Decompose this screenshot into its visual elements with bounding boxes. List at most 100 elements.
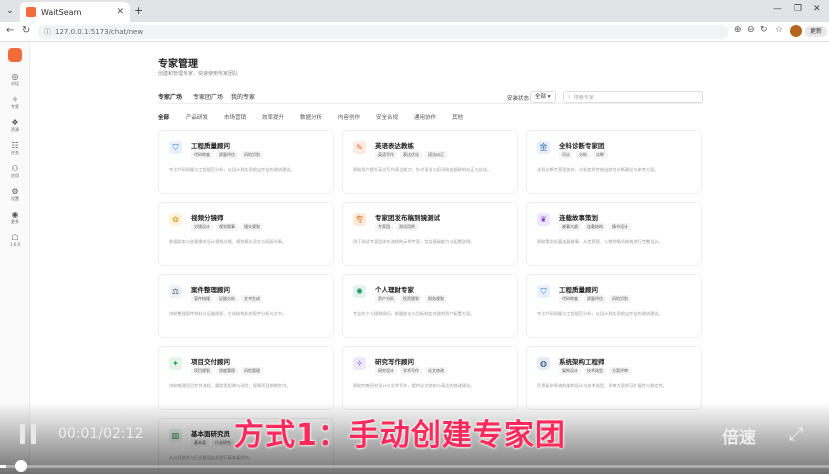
sidebar-item-resources[interactable]: ❖ 资源 (0, 118, 30, 133)
pause-icon[interactable] (20, 424, 38, 444)
sidebar-item-label: 对话 (11, 81, 19, 86)
expert-name: 专家团发布稿到镜测试 (375, 214, 440, 222)
sidebar-item-tasks[interactable]: ☷ 任务 (0, 141, 30, 156)
video-progress-knob[interactable] (15, 460, 27, 472)
expert-tags: 英语写作 表达优化 语法纠正 (375, 151, 447, 159)
expert-name: 系统架构工程师 (559, 358, 605, 366)
expert-description: 负责复杂系统的架构设计与技术选型，评审方案的可扩展性与稳定性。 (537, 383, 667, 388)
expert-tags: 故事大纲 连载结构 情节设计 (559, 223, 631, 231)
sidebar-item-chat[interactable]: ◎ 对话 (0, 72, 30, 87)
expert-tag: 分析 (576, 151, 590, 159)
speed-button[interactable]: 倍速 (722, 423, 756, 448)
expert-card[interactable]: ⚖ 案件整理顾问 案件梳理 证据分析 文书生成 协助整理案件材料与证据线索，生成结构化的案… (158, 274, 334, 338)
expert-card[interactable]: ✦ 项目交付顾问 项目规划 进度管理 风险管理 协助梳理项目交付流程，跟踪里程碑与风险，保… (158, 346, 334, 410)
category-collab[interactable]: 通用协作 (414, 113, 436, 121)
expert-tag: 镜头规划 (241, 223, 263, 231)
install-status-value: 全部 (535, 94, 547, 100)
sidebar-item-more[interactable]: ◉ 更多 (0, 210, 30, 225)
page-subtitle: 创建和管理专家，快速使用专家团队 (158, 71, 239, 77)
sidebar-item-label: 专家 (11, 104, 19, 109)
category-data[interactable]: 数据分析 (300, 113, 322, 121)
browser-tab[interactable]: WaitSeam ✕ (20, 2, 130, 22)
search-input[interactable]: ⌕ 搜索专家 (563, 91, 703, 103)
expert-tag: 分镜设计 (191, 223, 213, 231)
app-logo (8, 48, 22, 62)
reload-icon[interactable]: ↻ (22, 25, 30, 36)
tab-menu-icon[interactable]: ⌄ (4, 5, 16, 17)
expert-avatar-icon: 专 (353, 213, 366, 226)
close-window-icon[interactable]: ✕ (813, 4, 821, 14)
expert-description: 帮助策划长篇连载故事，从世界观、人物到情节结构进行完整设计。 (537, 239, 663, 244)
expert-tag: 项目规划 (191, 367, 213, 375)
category-other[interactable]: 其他 (452, 113, 463, 121)
experts-icon: ✧ (11, 95, 19, 104)
sidebar-item-label: 任务 (11, 150, 19, 155)
expert-card[interactable]: 专 专家团发布稿到镜测试 专家团 测试用例 用于测试专家团发布流程的示例专家，包含基础能… (342, 202, 518, 266)
sidebar-item-settings[interactable]: ⚙ 设置 (0, 187, 30, 202)
expert-tag: 方案评审 (609, 367, 631, 375)
expert-tag: 证据分析 (216, 295, 238, 303)
expert-avatar-icon: ✦ (169, 357, 182, 370)
install-status-select[interactable]: 全部 ▾ (530, 91, 556, 103)
expert-avatar-icon: ✎ (353, 141, 366, 154)
expert-card[interactable]: ✺ 个人理财专家 资产分析 投资规划 财务规划 专业的个人理财顾问，根据收支与目标制定合理… (342, 274, 518, 338)
site-info-icon[interactable]: ⓘ (44, 27, 51, 37)
more-icon: ◉ (11, 210, 19, 219)
video-progress-bar[interactable] (0, 465, 829, 468)
expert-card[interactable]: ⛉ 工程质量顾问 代码审查 质量评估 风险识别 专注代码质量与工程规范分析，从设计到实现给… (158, 130, 334, 194)
expert-tags: 案件梳理 证据分析 文书生成 (191, 295, 263, 303)
expert-card[interactable]: ◍ 系统架构工程师 架构设计 技术选型 方案评审 负责复杂系统的架构设计与技术选型，评审方… (526, 346, 702, 410)
update-chip[interactable]: 更新 (805, 26, 827, 37)
sidebar-item-apps[interactable]: ⚇ 应用 (0, 164, 30, 179)
tab-team-plaza[interactable]: 专家团广场 (193, 92, 223, 101)
expert-avatar-icon: ✿ (169, 213, 182, 226)
restore-icon[interactable]: ❐ (794, 4, 802, 14)
sidebar-item-experts[interactable]: ✧ 专家 (0, 95, 30, 110)
expert-card[interactable]: 金 全科诊断专家团 问诊 分析 诊断 全科诊断专家团协作，分析症状并给出综合诊断建议与参考… (526, 130, 702, 194)
expert-card[interactable]: ⛉ 工程质量顾问 代码审查 质量评估 风险识别 专注代码质量与工程规范分析，从设计到实现给… (526, 274, 702, 338)
fullscreen-icon[interactable]: ⤢ (789, 424, 803, 445)
video-subtitle: 方式1：手动创建专家团 (234, 418, 566, 453)
category-security[interactable]: 安全合规 (376, 113, 398, 121)
category-all[interactable]: 全部 (158, 113, 169, 121)
expert-avatar-icon: ⛉ (537, 285, 550, 298)
sidebar-item-label: 更多 (11, 219, 19, 224)
refresh-ext-icon[interactable]: ↻ (760, 25, 768, 35)
resources-icon: ❖ (11, 118, 19, 127)
sidebar-item-label: 应用 (11, 173, 19, 178)
expert-tag: 专家团 (375, 223, 393, 231)
new-tab-icon[interactable]: + (134, 4, 143, 17)
zoom-icon[interactable]: ⊕ (734, 25, 742, 35)
category-product[interactable]: 产品研发 (186, 113, 208, 121)
tab-my-experts[interactable]: 我的专家 (231, 92, 255, 101)
expert-card[interactable]: ❦ 连载故事策划 故事大纲 连载结构 情节设计 帮助策划长篇连载故事，从世界观、人物到情节… (526, 202, 702, 266)
translate-icon[interactable]: ⊖ (747, 25, 755, 35)
expert-card[interactable]: ✎ 英语表达教练 英语写作 表达优化 语法纠正 帮助用户提升英文写作表达能力，针对语法与用… (342, 130, 518, 194)
expert-tag: 研究设计 (375, 367, 397, 375)
expert-tags: 代码审查 质量评估 风险识别 (559, 295, 631, 303)
expert-tag: 架构设计 (559, 367, 581, 375)
tasks-icon: ☷ (11, 141, 19, 150)
expert-description: 协助整理案件材料与证据线索，生成结构化的案件分析与文书。 (169, 311, 287, 316)
category-marketing[interactable]: 市场营销 (224, 113, 246, 121)
expert-tag: 进度管理 (216, 367, 238, 375)
minimize-icon[interactable]: — (773, 4, 782, 14)
expert-tags: 资产分析 投资规划 财务规划 (375, 295, 447, 303)
tab-favicon-icon (26, 7, 36, 17)
expert-tag: 诊断 (593, 151, 607, 159)
url-field[interactable]: ⓘ 127.0.0.1:5173/chat/new (38, 25, 728, 39)
sidebar-item-version[interactable]: ☖ 1.0.0 (0, 233, 30, 248)
sidebar-item-label: 1.0.0 (9, 242, 21, 247)
browser-tab-bar: ⌄ WaitSeam ✕ + — ❐ ✕ (0, 0, 829, 22)
back-icon[interactable]: ← (6, 25, 14, 36)
expert-tag: 质量评估 (216, 151, 238, 159)
expert-card[interactable]: ✧ 研究写作顾问 研究设计 学术写作 论文修改 帮助完善研究设计与学术写作，提供论文结构与… (342, 346, 518, 410)
category-efficiency[interactable]: 效率提升 (262, 113, 284, 121)
expert-avatar-icon: ◍ (537, 357, 550, 370)
profile-avatar[interactable] (790, 25, 802, 37)
expert-card[interactable]: ✿ 视频分镜师 分镜设计 视觉叙事 镜头规划 根据剧本与创意需求设计视频分镜，规划镜头语言… (158, 202, 334, 266)
bookmark-icon[interactable]: ☆ (775, 25, 783, 35)
tab-close-icon[interactable]: ✕ (116, 7, 124, 17)
category-content[interactable]: 内容创作 (338, 113, 360, 121)
video-timecode: 00:01/02:12 (58, 426, 144, 442)
